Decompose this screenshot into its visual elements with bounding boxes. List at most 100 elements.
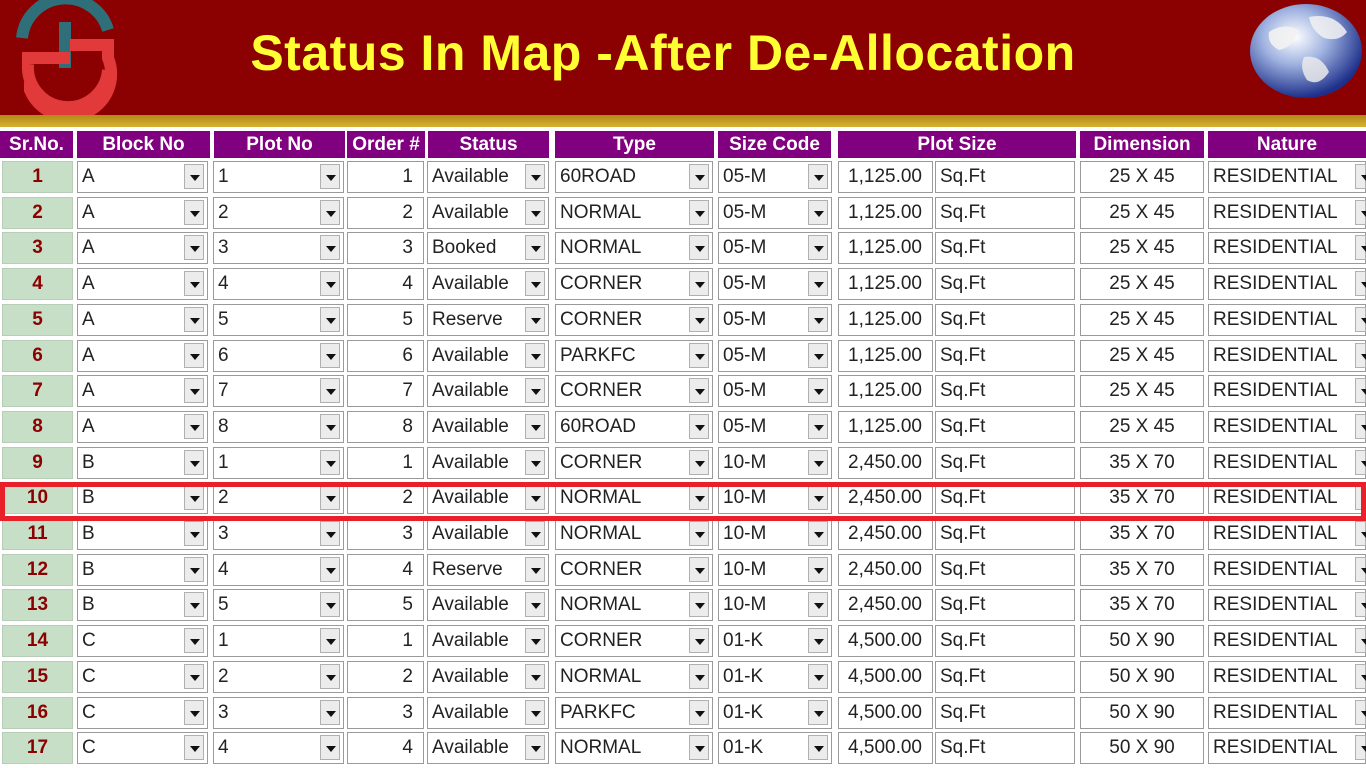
dropdown-arrow-icon[interactable] xyxy=(320,413,340,439)
dropdown-arrow-icon[interactable] xyxy=(184,199,204,225)
plot-size-field[interactable]: 2,450.00 xyxy=(838,589,933,622)
nature-select[interactable]: RESIDENTIAL xyxy=(1208,732,1366,765)
dimension-field[interactable]: 25 X 45 xyxy=(1080,303,1204,336)
order-number-field[interactable]: 2 xyxy=(347,482,424,515)
dropdown-arrow-icon[interactable] xyxy=(320,521,340,546)
dropdown-arrow-icon[interactable] xyxy=(808,628,828,654)
dropdown-arrow-icon[interactable] xyxy=(184,271,204,297)
unit-field[interactable]: Sq.Ft xyxy=(935,196,1075,229)
dropdown-arrow-icon[interactable] xyxy=(808,235,828,261)
dimension-field[interactable]: 25 X 45 xyxy=(1080,196,1204,229)
order-number-field[interactable]: 1 xyxy=(347,625,424,658)
dropdown-arrow-icon[interactable] xyxy=(525,592,545,618)
dropdown-arrow-icon[interactable] xyxy=(1355,199,1366,225)
plot-size-field[interactable]: 1,125.00 xyxy=(838,339,933,372)
dimension-field[interactable]: 50 X 90 xyxy=(1080,660,1204,693)
dimension-field[interactable]: 35 X 70 xyxy=(1080,589,1204,622)
unit-field[interactable]: Sq.Ft xyxy=(935,268,1075,301)
dimension-field[interactable]: 35 X 70 xyxy=(1080,518,1204,550)
dropdown-arrow-icon[interactable] xyxy=(808,735,828,761)
dropdown-arrow-icon[interactable] xyxy=(1355,378,1366,404)
dropdown-arrow-icon[interactable] xyxy=(525,199,545,225)
dropdown-arrow-icon[interactable] xyxy=(525,449,545,475)
plot-size-field[interactable]: 1,125.00 xyxy=(838,196,933,229)
nature-select[interactable]: RESIDENTIAL xyxy=(1208,589,1366,622)
dropdown-arrow-icon[interactable] xyxy=(1355,306,1366,332)
dropdown-arrow-icon[interactable] xyxy=(184,521,204,546)
dimension-field[interactable]: 25 X 45 xyxy=(1080,161,1204,193)
dropdown-arrow-icon[interactable] xyxy=(184,235,204,261)
plot-size-field[interactable]: 2,450.00 xyxy=(838,482,933,515)
order-number-field[interactable]: 6 xyxy=(347,339,424,372)
dropdown-arrow-icon[interactable] xyxy=(1355,271,1366,297)
dropdown-arrow-icon[interactable] xyxy=(808,199,828,225)
order-number-field[interactable]: 3 xyxy=(347,232,424,265)
order-number-field[interactable]: 4 xyxy=(347,268,424,301)
dropdown-arrow-icon[interactable] xyxy=(320,378,340,404)
dropdown-arrow-icon[interactable] xyxy=(689,521,709,546)
plot-size-field[interactable]: 4,500.00 xyxy=(838,732,933,765)
order-number-field[interactable]: 8 xyxy=(347,410,424,443)
unit-field[interactable]: Sq.Ft xyxy=(935,660,1075,693)
dropdown-arrow-icon[interactable] xyxy=(525,735,545,761)
nature-select[interactable]: RESIDENTIAL xyxy=(1208,375,1366,408)
dropdown-arrow-icon[interactable] xyxy=(1355,699,1366,725)
nature-select[interactable]: RESIDENTIAL xyxy=(1208,696,1366,729)
dropdown-arrow-icon[interactable] xyxy=(525,485,545,511)
plot-size-field[interactable]: 2,450.00 xyxy=(838,446,933,479)
order-number-field[interactable]: 1 xyxy=(347,161,424,193)
dropdown-arrow-icon[interactable] xyxy=(1355,342,1366,368)
unit-field[interactable]: Sq.Ft xyxy=(935,410,1075,443)
dropdown-arrow-icon[interactable] xyxy=(808,663,828,689)
dropdown-arrow-icon[interactable] xyxy=(808,699,828,725)
dimension-field[interactable]: 50 X 90 xyxy=(1080,732,1204,765)
dropdown-arrow-icon[interactable] xyxy=(1355,164,1366,189)
unit-field[interactable]: Sq.Ft xyxy=(935,161,1075,193)
dropdown-arrow-icon[interactable] xyxy=(689,556,709,582)
dropdown-arrow-icon[interactable] xyxy=(689,271,709,297)
nature-select[interactable]: RESIDENTIAL xyxy=(1208,268,1366,301)
dropdown-arrow-icon[interactable] xyxy=(525,413,545,439)
nature-select[interactable]: RESIDENTIAL xyxy=(1208,410,1366,443)
dropdown-arrow-icon[interactable] xyxy=(689,592,709,618)
dropdown-arrow-icon[interactable] xyxy=(689,485,709,511)
dropdown-arrow-icon[interactable] xyxy=(525,521,545,546)
dropdown-arrow-icon[interactable] xyxy=(320,556,340,582)
dropdown-arrow-icon[interactable] xyxy=(320,271,340,297)
dropdown-arrow-icon[interactable] xyxy=(184,735,204,761)
nature-select[interactable]: RESIDENTIAL xyxy=(1208,625,1366,658)
nature-select[interactable]: RESIDENTIAL xyxy=(1208,518,1366,550)
dropdown-arrow-icon[interactable] xyxy=(184,342,204,368)
order-number-field[interactable]: 5 xyxy=(347,303,424,336)
nature-select[interactable]: RESIDENTIAL xyxy=(1208,553,1366,586)
dropdown-arrow-icon[interactable] xyxy=(689,235,709,261)
dropdown-arrow-icon[interactable] xyxy=(808,592,828,618)
dropdown-arrow-icon[interactable] xyxy=(320,485,340,511)
dropdown-arrow-icon[interactable] xyxy=(184,449,204,475)
nature-select[interactable]: RESIDENTIAL xyxy=(1208,196,1366,229)
dimension-field[interactable]: 25 X 45 xyxy=(1080,375,1204,408)
dropdown-arrow-icon[interactable] xyxy=(1355,413,1366,439)
order-number-field[interactable]: 2 xyxy=(347,196,424,229)
dimension-field[interactable]: 35 X 70 xyxy=(1080,553,1204,586)
dropdown-arrow-icon[interactable] xyxy=(1355,235,1366,261)
unit-field[interactable]: Sq.Ft xyxy=(935,375,1075,408)
unit-field[interactable]: Sq.Ft xyxy=(935,696,1075,729)
unit-field[interactable]: Sq.Ft xyxy=(935,482,1075,515)
dropdown-arrow-icon[interactable] xyxy=(689,699,709,725)
dropdown-arrow-icon[interactable] xyxy=(808,271,828,297)
dropdown-arrow-icon[interactable] xyxy=(689,628,709,654)
dropdown-arrow-icon[interactable] xyxy=(689,378,709,404)
nature-select[interactable]: RESIDENTIAL xyxy=(1208,161,1366,193)
dimension-field[interactable]: 35 X 70 xyxy=(1080,482,1204,515)
dropdown-arrow-icon[interactable] xyxy=(808,413,828,439)
plot-size-field[interactable]: 4,500.00 xyxy=(838,660,933,693)
dropdown-arrow-icon[interactable] xyxy=(689,735,709,761)
unit-field[interactable]: Sq.Ft xyxy=(935,732,1075,765)
dropdown-arrow-icon[interactable] xyxy=(808,449,828,475)
dropdown-arrow-icon[interactable] xyxy=(320,199,340,225)
nature-select[interactable]: RESIDENTIAL xyxy=(1208,660,1366,693)
dropdown-arrow-icon[interactable] xyxy=(525,556,545,582)
order-number-field[interactable]: 4 xyxy=(347,553,424,586)
plot-size-field[interactable]: 1,125.00 xyxy=(838,232,933,265)
